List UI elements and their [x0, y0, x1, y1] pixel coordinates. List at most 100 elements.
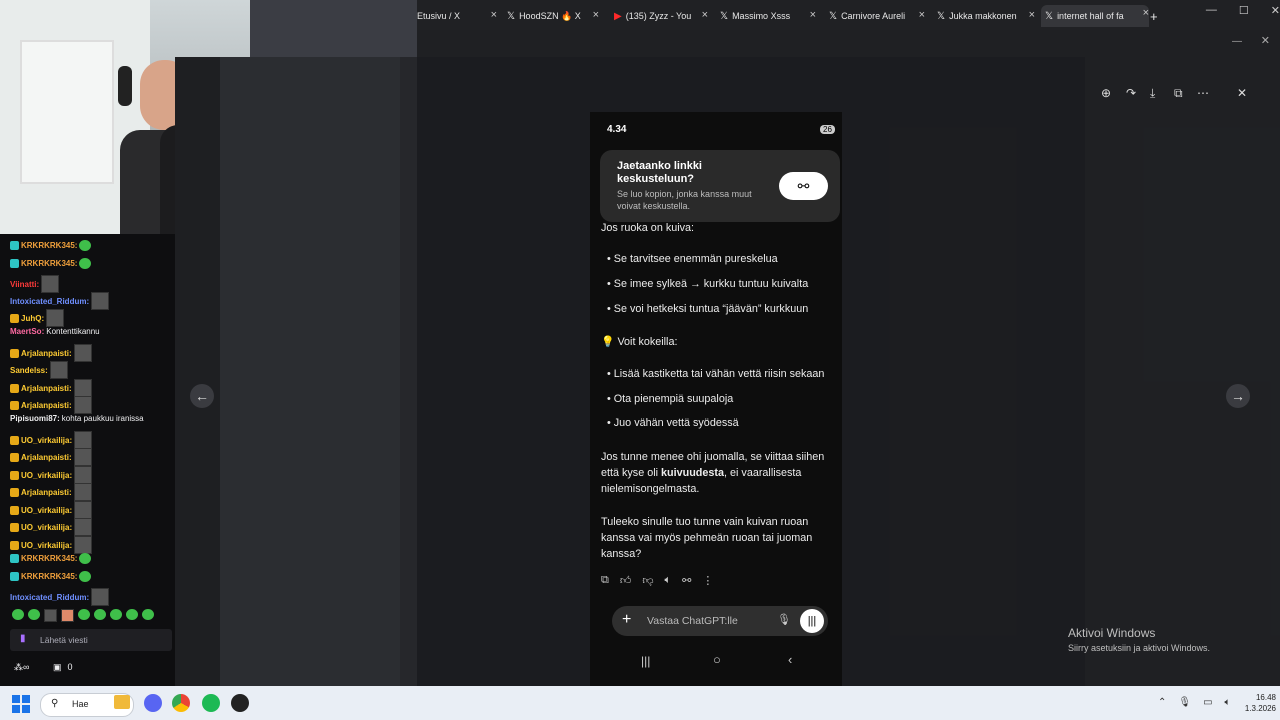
recent-apps-icon[interactable]: |||: [641, 654, 650, 668]
close-icon[interactable]: ×: [491, 9, 497, 21]
copy-icon[interactable]: ⧉: [601, 574, 609, 587]
emote-icon[interactable]: [79, 258, 92, 269]
emote-icon[interactable]: [110, 609, 122, 620]
minimize-icon[interactable]: —: [1232, 36, 1242, 47]
chat-username[interactable]: UO_virkailija:: [21, 506, 72, 515]
emote-icon[interactable]: [73, 396, 92, 414]
close-icon[interactable]: ×: [919, 9, 925, 21]
chat-username[interactable]: UO_virkailija:: [21, 523, 72, 532]
user-badge-icon[interactable]: [10, 522, 19, 532]
browser-tab[interactable]: 𝕏 Jukka makkonen ×: [937, 7, 1035, 25]
emote-icon[interactable]: [74, 466, 93, 484]
start-button[interactable]: [12, 695, 30, 713]
microphone-icon[interactable]: 🎙︎: [777, 613, 791, 626]
maximize-icon[interactable]: ☐: [1239, 4, 1249, 17]
chat-username[interactable]: KRKRKRK345:: [21, 259, 77, 268]
plus-icon[interactable]: +: [622, 611, 631, 629]
previous-image-button[interactable]: ←: [190, 384, 214, 408]
user-badge-icon[interactable]: [10, 452, 19, 462]
minimize-icon[interactable]: —: [1206, 4, 1217, 17]
emote-icon[interactable]: [79, 571, 92, 582]
thumbs-up-icon[interactable]: 👍︎: [620, 574, 632, 587]
download-icon[interactable]: ⤓: [1150, 86, 1155, 101]
close-window-icon[interactable]: ✕: [1271, 4, 1280, 17]
user-badge-icon[interactable]: [10, 383, 19, 393]
chat-username[interactable]: Arjalanpaisti:: [21, 488, 72, 497]
browser-tab[interactable]: ▶ (135) Zyzz - You ×: [614, 7, 708, 25]
open-external-icon[interactable]: ⧉: [1174, 86, 1183, 101]
emote-icon[interactable]: [91, 588, 110, 606]
browser-tab[interactable]: 𝕏 HoodSZN 🔥 X ×: [507, 7, 599, 25]
taskbar-clock[interactable]: 16.48 1.3.2026: [1236, 692, 1276, 714]
user-badge-icon[interactable]: [10, 487, 19, 497]
voice-mode-button[interactable]: |||: [800, 609, 824, 633]
chat-username[interactable]: KRKRKRK345:: [21, 241, 77, 250]
close-window-icon[interactable]: ✕: [1261, 34, 1270, 47]
chat-username[interactable]: Pipisuomi87:: [10, 414, 60, 423]
close-icon[interactable]: ×: [702, 9, 708, 21]
network-icon[interactable]: ▭: [1203, 697, 1212, 708]
volume-icon[interactable]: 🔈︎: [1225, 697, 1231, 708]
user-badge-icon[interactable]: [10, 554, 19, 563]
chat-username[interactable]: Arjalanpaisti:: [21, 384, 72, 393]
share-arrow-icon[interactable]: ↷: [1126, 86, 1136, 100]
chat-username[interactable]: KRKRKRK345:: [21, 554, 77, 563]
spotify-icon[interactable]: [202, 694, 220, 712]
more-icon[interactable]: ⋯: [1197, 86, 1209, 100]
file-explorer-icon[interactable]: [114, 695, 130, 709]
emote-icon[interactable]: [73, 483, 92, 501]
browser-tab[interactable]: Etusivu / X ×: [417, 7, 497, 25]
user-badge-icon[interactable]: [10, 470, 19, 480]
emote-icon[interactable]: [74, 518, 93, 536]
user-badge-icon[interactable]: [10, 400, 19, 410]
new-tab-button[interactable]: +: [1150, 7, 1164, 25]
chat-username[interactable]: UO_virkailija:: [21, 436, 72, 445]
chat-username[interactable]: Viinatti:: [10, 280, 39, 289]
speaker-icon[interactable]: 🔈︎: [665, 574, 672, 587]
browser-tab-active[interactable]: 𝕏 internet hall of fa ×: [1041, 5, 1149, 27]
microphone-icon[interactable]: 🎙︎: [1178, 697, 1191, 708]
emote-icon[interactable]: [79, 240, 92, 251]
user-badge-icon[interactable]: [10, 259, 19, 268]
chat-username[interactable]: Intoxicated_Riddum:: [10, 593, 89, 602]
emote-icon[interactable]: [91, 292, 110, 310]
chat-username[interactable]: Arjalanpaisti:: [21, 453, 72, 462]
community-icon[interactable]: ⁂∞: [14, 662, 29, 673]
close-icon[interactable]: ×: [593, 9, 599, 21]
close-viewer-icon[interactable]: ✕: [1232, 86, 1252, 100]
chevron-up-icon[interactable]: ⌃: [1158, 697, 1166, 708]
user-badge-icon[interactable]: [10, 435, 19, 445]
emote-icon[interactable]: [74, 431, 93, 449]
chat-username[interactable]: KRKRKRK345:: [21, 572, 77, 581]
user-badge-icon[interactable]: [10, 241, 19, 250]
thumbs-down-icon[interactable]: 👎︎: [642, 574, 653, 587]
chat-username[interactable]: JuhQ:: [21, 314, 44, 323]
next-image-button[interactable]: →: [1226, 384, 1250, 408]
home-icon[interactable]: ○: [713, 652, 721, 667]
chat-input[interactable]: ▮ Lähetä viesti: [10, 629, 172, 651]
user-badge-icon[interactable]: [10, 505, 19, 515]
back-icon[interactable]: ‹: [788, 652, 792, 667]
close-icon[interactable]: ×: [810, 9, 816, 21]
browser-tab[interactable]: 𝕏 Carnivore Aureli ×: [829, 7, 925, 25]
emote-icon[interactable]: [12, 609, 24, 620]
browser-tab[interactable]: 𝕏 Massimo Xsss ×: [720, 7, 816, 25]
emote-icon[interactable]: [79, 553, 92, 564]
emote-icon[interactable]: [61, 609, 74, 622]
zoom-in-icon[interactable]: ⊕: [1101, 86, 1111, 100]
chat-username[interactable]: Arjalanpaisti:: [21, 401, 72, 410]
emote-icon[interactable]: [73, 379, 92, 397]
emote-icon[interactable]: [74, 501, 93, 519]
emote-icon[interactable]: [73, 448, 92, 466]
emote-icon[interactable]: [49, 361, 68, 379]
emote-icon[interactable]: [126, 609, 138, 620]
channel-points[interactable]: ▣ 0: [53, 662, 73, 673]
emote-icon[interactable]: [73, 344, 92, 362]
share-button[interactable]: ⚯: [779, 172, 828, 200]
chat-username[interactable]: Intoxicated_Riddum:: [10, 297, 89, 306]
chat-username[interactable]: UO_virkailija:: [21, 541, 72, 550]
emote-icon[interactable]: [94, 609, 106, 620]
emote-icon[interactable]: [41, 275, 60, 293]
more-icon[interactable]: ⋮: [702, 574, 713, 587]
user-badge-icon[interactable]: [10, 313, 19, 323]
